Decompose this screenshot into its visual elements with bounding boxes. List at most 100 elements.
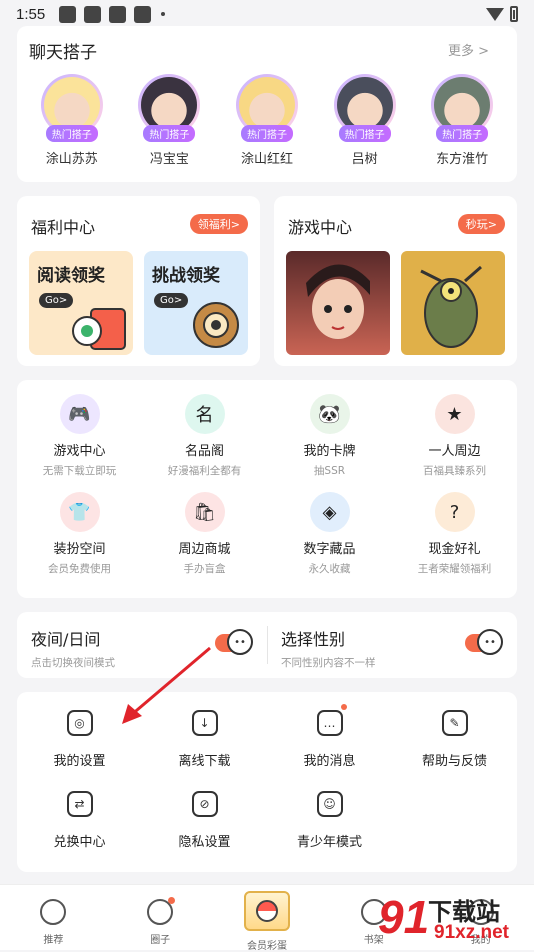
wifi-icon <box>486 7 504 21</box>
chat-partner[interactable]: 热门搭子 东方淮竹 <box>422 74 502 167</box>
game-thumbnail[interactable] <box>286 251 390 355</box>
feature-item[interactable]: ★ 一人周边百福具臻系列 <box>392 394 517 478</box>
game-character-image <box>286 251 390 355</box>
star-icon <box>40 899 67 925</box>
avatar: 热门搭子 <box>138 74 201 142</box>
night-mode-subtitle: 点击切换夜间模式 <box>31 657 115 669</box>
unread-dot <box>168 897 176 904</box>
nav-item[interactable]: 会员彩蛋 <box>214 885 321 952</box>
gender-switch[interactable]: •• <box>465 629 503 655</box>
tool-item[interactable]: ⊘ 隐私设置 <box>142 791 267 850</box>
nav-item[interactable]: 圈子 <box>107 885 214 950</box>
hot-partner-badge: 热门搭子 <box>143 125 196 142</box>
feature-subtitle: 无需下载立即玩 <box>42 465 117 477</box>
battery-icon <box>510 6 518 22</box>
chat-partner[interactable]: 热门搭子 涂山红红 <box>227 74 307 167</box>
feature-item[interactable]: 名名品阁 好漫福利全都有 <box>142 394 267 478</box>
welfare-center-card: 福利中心 领福利> 阅读领奖 Go> 挑战领奖 Go> <box>17 196 260 366</box>
promo-title: 挑战领奖 <box>152 266 220 286</box>
feature-label: 一人周边 <box>428 444 481 459</box>
avatar: 热门搭子 <box>235 74 298 142</box>
night-mode-toggle-row[interactable]: 夜间/日间 点击切换夜间模式 <box>31 626 115 670</box>
notification-icon <box>59 5 77 23</box>
feature-label: 名品阁 <box>184 444 224 459</box>
face-icon: •• <box>227 629 253 655</box>
youth-mode-icon: ☺ <box>316 791 343 817</box>
gender-subtitle: 不同性别内容不一样 <box>281 657 376 669</box>
instant-play-button[interactable]: 秒玩> <box>457 214 505 234</box>
feature-label: 现金好礼 <box>428 542 481 557</box>
gender-select-row[interactable]: 选择性别 不同性别内容不一样 <box>281 626 376 670</box>
nav-label: 推荐 <box>43 935 64 946</box>
pokeball-icon <box>255 900 278 922</box>
partner-name: 涂山苏苏 <box>45 152 98 167</box>
chat-partners-title: 聊天搭子 <box>29 43 97 63</box>
feature-item[interactable]: ? 现金好礼王者荣耀领福利 <box>392 492 517 576</box>
tshirt-icon: 👕 <box>59 492 100 532</box>
chat-partner[interactable]: 热门搭子 冯宝宝 <box>129 74 209 167</box>
feature-subtitle: 王者荣耀领福利 <box>417 563 492 575</box>
challenge-reward-banner[interactable]: 挑战领奖 Go> <box>144 251 248 355</box>
more-notifications-icon <box>161 12 166 16</box>
feature-label: 周边商城 <box>178 542 231 557</box>
feature-item[interactable]: 🐼 我的卡牌 抽SSR <box>267 394 392 478</box>
tools-card: ◎ 我的设置 ↓ 离线下载… 我的消息 ✎ 帮助与反馈 ⇄ 兑换中心 ⊘ 隐私设置 ☺ 青少年模式 <box>17 692 517 872</box>
hot-partner-badge: 热门搭子 <box>240 125 293 142</box>
claim-welfare-button[interactable]: 领福利> <box>189 214 248 234</box>
feature-item[interactable]: 👕 装扮空间 会员免费使用 <box>17 492 142 576</box>
settings-toggles-card: 夜间/日间 点击切换夜间模式 •• 选择性别 不同性别内容不一样 •• <box>17 612 517 678</box>
tool-label: 隐私设置 <box>178 835 231 850</box>
exchange-icon: ⇄ <box>66 791 93 817</box>
feature-subtitle: 抽SSR <box>313 465 346 477</box>
tool-label: 帮助与反馈 <box>421 754 487 769</box>
feature-label: 装扮空间 <box>53 542 106 557</box>
nav-item[interactable]: 推荐 <box>0 885 107 950</box>
tool-item[interactable]: … 我的消息 <box>267 704 392 769</box>
night-mode-switch[interactable]: •• <box>215 629 253 655</box>
feedback-icon: ✎ <box>441 710 468 736</box>
gift-question-icon: ? <box>434 492 475 532</box>
hot-partner-badge: 热门搭子 <box>45 125 98 142</box>
avatar: 热门搭子 <box>431 74 494 142</box>
partner-name: 吕树 <box>351 152 378 167</box>
status-bar: 1:55 <box>0 0 534 28</box>
shop-icon: 🛍 <box>184 492 225 532</box>
tool-item[interactable]: ⇄ 兑换中心 <box>17 791 142 850</box>
vip-egg-icon <box>243 891 290 931</box>
chat-partner[interactable]: 热门搭子 涂山苏苏 <box>32 74 112 167</box>
divider <box>267 626 268 664</box>
partner-name: 涂山红红 <box>240 152 293 167</box>
feature-subtitle: 百福具臻系列 <box>423 465 486 477</box>
tool-label: 我的设置 <box>53 754 106 769</box>
reading-illustration-icon <box>72 308 126 350</box>
tool-item[interactable]: ✎ 帮助与反馈 <box>392 710 517 769</box>
annotation-arrow <box>122 646 211 724</box>
merch-icon: ★ <box>434 394 475 434</box>
feature-item[interactable]: ◈ 数字藏品 永久收藏 <box>267 492 392 576</box>
tag-icon: 名 <box>184 394 225 434</box>
privacy-icon: ⊘ <box>191 791 218 817</box>
gender-title: 选择性别 <box>281 630 346 649</box>
reading-reward-banner[interactable]: 阅读领奖 Go> <box>29 251 133 355</box>
feature-item[interactable]: 🎮 游戏中心 无需下载立即玩 <box>17 394 142 478</box>
features-card: 🎮 游戏中心 无需下载立即玩 名名品阁 好漫福利全都有 🐼 我的卡牌 抽SSR ★ 一人周边 百福具… <box>17 380 517 598</box>
gamepad-icon: 🎮 <box>59 394 100 434</box>
status-time: 1:55 <box>16 5 46 23</box>
message-icon: … <box>316 710 343 736</box>
feature-label: 我的卡牌 <box>303 444 356 459</box>
feature-item[interactable]: 🛍 周边商城 手办盲盒 <box>142 492 267 576</box>
notification-icon <box>109 5 127 23</box>
feature-label: 数字藏品 <box>303 542 356 557</box>
chat-partner[interactable]: 热门搭子 吕树 <box>325 74 405 167</box>
cube-icon: ◈ <box>309 492 350 532</box>
hot-partner-badge: 热门搭子 <box>338 125 391 142</box>
night-mode-title: 夜间/日间 <box>31 630 101 649</box>
watermark-logo: 91 <box>378 891 430 943</box>
chat-partners-card: 聊天搭子 更多 > 热门搭子 涂山苏苏 热门搭子 冯宝宝 热门搭子 涂山红红 热门搭子 吕树热… <box>17 26 517 182</box>
more-link[interactable]: 更多 > <box>448 40 489 59</box>
avatar: 热门搭子 <box>40 74 103 142</box>
notification-icon <box>84 5 102 23</box>
avatar: 热门搭子 <box>333 74 396 142</box>
game-thumbnail[interactable] <box>401 251 505 355</box>
tool-item[interactable]: ☺ 青少年模式 <box>267 791 392 850</box>
